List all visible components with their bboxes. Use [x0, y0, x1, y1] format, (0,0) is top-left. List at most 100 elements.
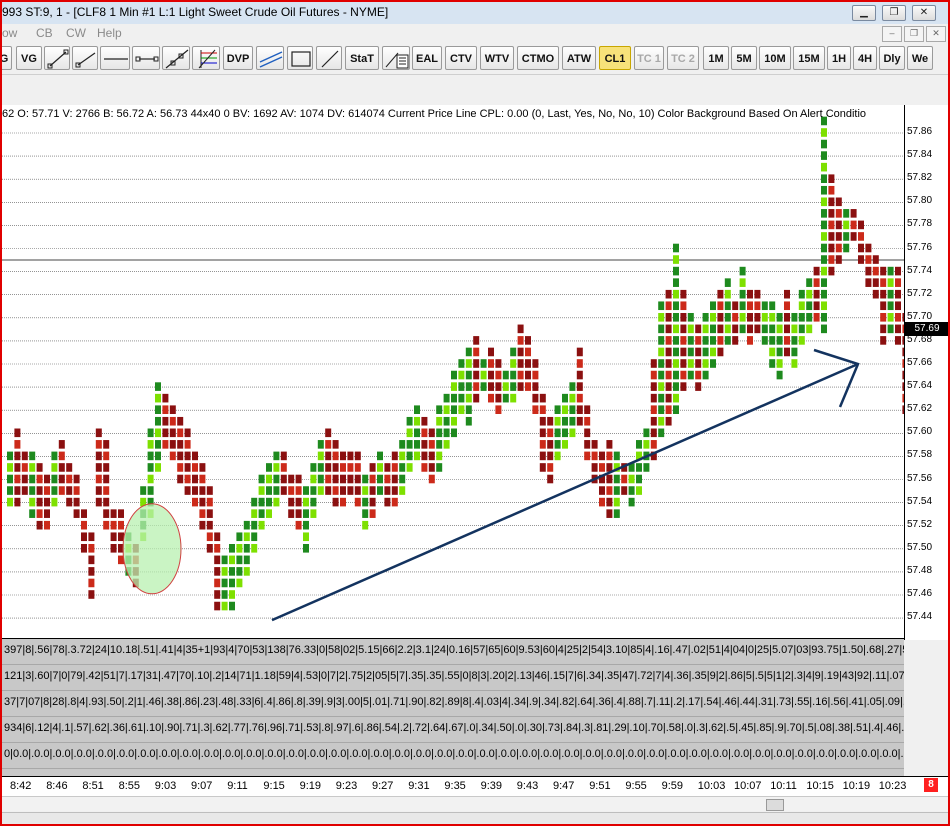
footprint-cell [406, 440, 413, 449]
toolbar-rectangle-button[interactable] [287, 46, 313, 70]
footprint-cell [895, 278, 901, 287]
footprint-cell [880, 289, 887, 299]
footprint-cell [710, 359, 716, 368]
price-axis[interactable]: 57.86 57.84 57.82 57.80 57.78 57.76 57.74 57.72… [904, 105, 948, 640]
footprint-cell [761, 336, 768, 345]
footprint-cell [428, 463, 435, 472]
menu-cw[interactable]: CW [66, 26, 86, 40]
toolbar-ctmo-button[interactable]: CTMO [517, 46, 559, 70]
toolbar-weekly-button[interactable]: We [907, 46, 933, 70]
toolbar-stat-button[interactable]: StaT [345, 46, 379, 70]
mdi-close-button[interactable]: ✕ [926, 26, 946, 42]
footprint-cell [798, 324, 805, 334]
mdi-minimize-button[interactable]: – [882, 26, 902, 42]
footprint-cell [843, 209, 850, 218]
menu-window[interactable]: ow [2, 26, 17, 40]
toolbar-horizontal-line-button[interactable] [100, 46, 130, 70]
toolbar-5m-button[interactable]: 5M [731, 46, 757, 70]
toolbar-vg-button[interactable]: VG [16, 46, 42, 70]
toolbar-daily-button[interactable]: Dly [879, 46, 905, 70]
footprint-cell [177, 451, 184, 461]
footprint-row-values: 121|3|.60|7|0|79|.42|51|7|.17|31|.47|70|… [4, 670, 904, 682]
footprint-cell [510, 347, 517, 357]
footprint-cell [488, 382, 494, 391]
mdi-restore-button[interactable]: ❐ [904, 26, 924, 42]
footprint-cell [399, 486, 406, 495]
price-tick-label: 57.76 [907, 241, 933, 253]
footprint-cell [214, 578, 221, 588]
footprint-cell [36, 463, 43, 472]
footprint-cell [606, 474, 613, 484]
toolbar-channel-button[interactable] [256, 46, 284, 70]
toolbar-4h-button[interactable]: 4H [853, 46, 877, 70]
footprint-cell [680, 347, 687, 357]
scrollbar-thumb[interactable] [766, 799, 784, 811]
footprint-cell [303, 509, 309, 518]
toolbar-atw-button[interactable]: ATW [562, 46, 596, 70]
toolbar-1h-button[interactable]: 1H [827, 46, 851, 70]
title-bar[interactable]: 993 ST:9, 1 - [CLF8 1 Min #1 L:1 Light S… [2, 2, 948, 25]
footprint-cell [673, 243, 679, 253]
footprint-cell [44, 509, 50, 518]
restore-window-button[interactable]: ❐ [882, 5, 906, 21]
footprint-cell [29, 497, 36, 507]
footprint-cell [554, 440, 561, 449]
price-chart-canvas[interactable] [2, 105, 909, 640]
toolbar-wtv-button[interactable]: WTV [480, 46, 514, 70]
toolbar-tc2-button[interactable]: TC 2 [667, 46, 699, 70]
footprint-cell [118, 520, 124, 530]
footprint-cell [525, 370, 531, 380]
footprint-cell [813, 313, 820, 322]
footprint-cell [29, 463, 36, 472]
toolbar-10m-button[interactable]: 10M [759, 46, 791, 70]
footprint-cell [214, 601, 221, 611]
toolbar-fibonacci-button[interactable] [192, 46, 220, 70]
price-chart[interactable] [2, 105, 909, 640]
footprint-cell [791, 359, 798, 368]
toolbar-trendline-button[interactable] [44, 46, 70, 70]
toolbar-cl1-button[interactable]: CL1 [599, 46, 631, 70]
footprint-cell [569, 428, 576, 438]
footprint-cell [214, 544, 221, 553]
toolbar-g-button[interactable]: G [2, 46, 12, 70]
toolbar-1m-button[interactable]: 1M [703, 46, 729, 70]
footprint-cell [665, 301, 672, 311]
toolbar-ray-button[interactable] [72, 46, 98, 70]
time-axis[interactable]: 8:42 8:46 8:51 8:55 9:03 9:07 9:11 9:15 9:19 9:23… [2, 776, 948, 797]
minimize-window-button[interactable]: ▁ [852, 5, 876, 21]
alert-count-badge[interactable]: 8 [924, 778, 938, 792]
toolbar-horizontal-segment-button[interactable] [132, 46, 160, 70]
footprint-cell [221, 578, 228, 588]
toolbar-diagonal-line-button[interactable] [316, 46, 342, 70]
footprint-cell [354, 463, 361, 472]
toolbar-tc1-button[interactable]: TC 1 [634, 46, 664, 70]
footprint-cell [539, 393, 546, 403]
menu-help[interactable]: Help [97, 26, 122, 40]
footprint-cell [613, 451, 620, 461]
footprint-cell [687, 324, 694, 334]
footprint-cell [591, 440, 598, 449]
footprint-cell [717, 301, 724, 311]
toolbar-calculator-line-button[interactable] [382, 46, 410, 70]
footprint-cell [643, 428, 650, 438]
footprint-cell [813, 278, 820, 287]
footprint-cell [428, 440, 435, 449]
footprint-cell [317, 440, 324, 449]
menu-cb[interactable]: CB [36, 26, 53, 40]
footprint-cell [44, 474, 50, 484]
footprint-cell [680, 324, 687, 334]
footprint-cell [384, 486, 391, 495]
footprint-cell [399, 440, 406, 449]
toolbar-extended-line-button[interactable] [162, 46, 190, 70]
footprint-cell [428, 428, 435, 438]
footprint-cell [806, 324, 813, 334]
close-window-button[interactable]: ✕ [912, 5, 936, 21]
horizontal-scrollbar[interactable] [2, 796, 948, 811]
footprint-cell [340, 497, 346, 507]
toolbar-eal-button[interactable]: EAL [412, 46, 442, 70]
footprint-cell [58, 486, 65, 495]
toolbar-dvp-button[interactable]: DVP [223, 46, 253, 70]
footprint-cell [44, 497, 50, 507]
toolbar-ctv-button[interactable]: CTV [445, 46, 477, 70]
toolbar-15m-button[interactable]: 15M [793, 46, 825, 70]
